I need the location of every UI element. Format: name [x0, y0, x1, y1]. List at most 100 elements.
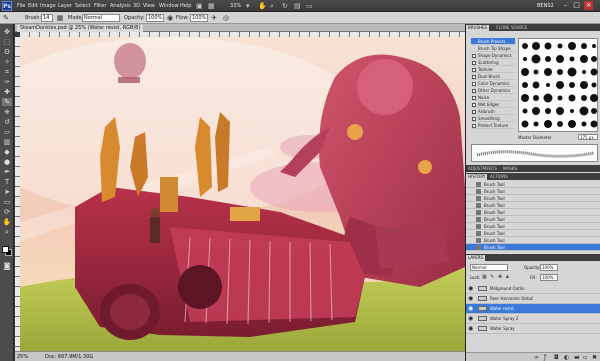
visibility-eye-icon[interactable]: ◉	[468, 324, 473, 334]
opacity-field[interactable]: 100%	[146, 14, 164, 22]
checkbox[interactable]	[472, 103, 476, 107]
brush-option-shape-dynamics[interactable]: Shape Dynamics	[471, 52, 515, 59]
lock-transparency-icon[interactable]: ▦	[482, 274, 487, 280]
trash-icon[interactable]: ✖	[592, 354, 597, 361]
mini-bridge-icon[interactable]: ▦	[208, 2, 215, 10]
link-layers-icon[interactable]: ∞	[534, 354, 539, 361]
workspace-name[interactable]: BENS2	[537, 3, 554, 9]
pressure-size-icon[interactable]: ◎	[222, 14, 230, 22]
history-item[interactable]: Brush Tool	[466, 237, 600, 244]
visibility-eye-icon[interactable]: ◉	[468, 294, 473, 304]
brush-option-scattering[interactable]: Scattering	[471, 59, 515, 66]
gradient-tool-icon[interactable]: ▥	[2, 138, 12, 146]
screen-mode-icon[interactable]: ▭	[306, 2, 313, 10]
3d-rotate-tool-icon[interactable]: ⟳	[2, 208, 12, 216]
checkbox[interactable]	[472, 117, 476, 121]
tab-history[interactable]: HISTORY	[466, 174, 488, 180]
zoom-dropdown-icon[interactable]: ▾	[246, 2, 250, 10]
lock-pixels-icon[interactable]: ✎	[490, 274, 494, 280]
checkbox[interactable]	[472, 68, 476, 72]
pressure-opacity-icon[interactable]: ◉	[166, 14, 174, 22]
bridge-icon[interactable]: ▣	[196, 2, 203, 10]
crop-tool-icon[interactable]: ⌗	[2, 68, 12, 76]
menu-edit[interactable]: Edit	[28, 3, 38, 9]
menu-file[interactable]: File	[17, 3, 25, 9]
menu-select[interactable]: Select	[75, 3, 90, 9]
tab-masks[interactable]: MASKS	[501, 166, 519, 172]
brush-option-other-dynamics[interactable]: Other Dynamics	[471, 87, 515, 94]
lock-position-icon[interactable]: ✥	[498, 274, 502, 280]
checkbox[interactable]	[472, 54, 476, 58]
visibility-eye-icon[interactable]: ◉	[468, 304, 473, 314]
menu-analysis[interactable]: Analysis	[110, 3, 131, 9]
brush-option-protect-texture[interactable]: Protect Texture	[471, 122, 515, 129]
flow-field[interactable]: 100%	[190, 14, 208, 22]
history-item[interactable]: Brush Tool	[466, 195, 600, 202]
history-brush-tool-icon[interactable]: ↺	[2, 118, 12, 126]
dodge-tool-icon[interactable]: ●	[2, 158, 12, 166]
menu-layer[interactable]: Layer	[58, 3, 72, 9]
healing-tool-icon[interactable]: ✚	[2, 88, 12, 96]
quick-mask-icon[interactable]: ◙	[2, 262, 12, 270]
foreground-color-swatch[interactable]	[2, 246, 9, 253]
tab-adjustments[interactable]: ADJUSTMENTS	[466, 166, 499, 172]
document-tab[interactable]: SteamDonkies.psd @ 25% (Water resist, RG…	[17, 25, 144, 32]
type-tool-icon[interactable]: T	[2, 178, 12, 186]
layer-row-selected[interactable]: ◉ Water resist	[466, 304, 600, 314]
minimize-button[interactable]: –	[561, 1, 570, 10]
brush-option-dual-brush[interactable]: Dual Brush	[471, 73, 515, 80]
brush-size-picker[interactable]: 14	[41, 14, 53, 22]
brush-tool-icon[interactable]: ✎	[2, 98, 12, 106]
eraser-tool-icon[interactable]: ▱	[2, 128, 12, 136]
brush-option-color-dynamics[interactable]: Color Dynamics	[471, 80, 515, 87]
menu-filter[interactable]: Filter	[94, 3, 106, 9]
tab-actions[interactable]: ACTIONS	[488, 174, 510, 180]
history-item[interactable]: Brush Tool	[466, 223, 600, 230]
mode-select[interactable]: Normal	[82, 14, 120, 22]
brush-panel-toggle-icon[interactable]: ▦	[56, 14, 64, 22]
checkbox[interactable]	[472, 110, 476, 114]
quick-select-tool-icon[interactable]: ✧	[2, 58, 12, 66]
history-item[interactable]: Brush Tool	[466, 230, 600, 237]
document-canvas[interactable]	[20, 37, 465, 351]
shape-tool-icon[interactable]: ▭	[2, 198, 12, 206]
menu-image[interactable]: Image	[40, 3, 56, 9]
tab-clone-source[interactable]: CLONE SOURCE	[494, 25, 529, 31]
zoom-level[interactable]: 33%	[230, 3, 241, 9]
pen-tool-icon[interactable]: ✒	[2, 168, 12, 176]
brush-option-wet-edges[interactable]: Wet Edges	[471, 101, 515, 108]
checkbox[interactable]	[472, 124, 476, 128]
visibility-eye-icon[interactable]: ◉	[468, 284, 473, 294]
visibility-eye-icon[interactable]: ◉	[468, 314, 473, 324]
layer-row[interactable]: ◉ Water Spray 2	[466, 314, 600, 324]
lasso-tool-icon[interactable]: ʘ	[2, 48, 12, 56]
brush-option-airbrush[interactable]: Airbrush	[471, 108, 515, 115]
history-item[interactable]: Brush Tool	[466, 188, 600, 195]
hand-tool-icon[interactable]: ✋	[2, 218, 12, 226]
layer-style-icon[interactable]: ƒ	[544, 354, 546, 361]
path-select-tool-icon[interactable]: ➤	[2, 188, 12, 196]
maximize-button[interactable]: □	[572, 1, 581, 10]
history-item[interactable]: Brush Tool	[466, 202, 600, 209]
blur-tool-icon[interactable]: ◆	[2, 148, 12, 156]
status-zoom[interactable]: 25%	[17, 354, 28, 360]
move-tool-icon[interactable]: ✥	[2, 28, 12, 36]
brush-tip-grid[interactable]	[518, 38, 598, 132]
master-diameter-field[interactable]: 175 px	[578, 134, 598, 140]
brush-option-tip-shape[interactable]: Brush Tip Shape	[471, 45, 515, 52]
adjustment-layer-icon[interactable]: ◐	[564, 354, 569, 361]
tab-brushes[interactable]: BRUSHES	[466, 25, 490, 31]
status-doc-size[interactable]: Doc: 667.9M/1.30G	[45, 354, 93, 360]
checkbox[interactable]	[472, 96, 476, 100]
history-item-selected[interactable]: Brush Tool	[466, 244, 600, 251]
brush-option-texture[interactable]: Texture	[471, 66, 515, 73]
marquee-tool-icon[interactable]: ⬚	[2, 38, 12, 46]
eyedropper-tool-icon[interactable]: ✑	[2, 78, 12, 86]
layer-opacity-field[interactable]: 100%	[540, 264, 558, 271]
layer-blend-mode-select[interactable]: Normal	[470, 264, 508, 271]
new-layer-icon[interactable]: ▫	[583, 354, 587, 361]
hand-icon[interactable]: ✋	[258, 2, 267, 10]
arrange-icon[interactable]: ▤	[294, 2, 301, 10]
history-item[interactable]: Brush Tool	[466, 181, 600, 188]
rotate-icon[interactable]: ↻	[282, 2, 288, 10]
